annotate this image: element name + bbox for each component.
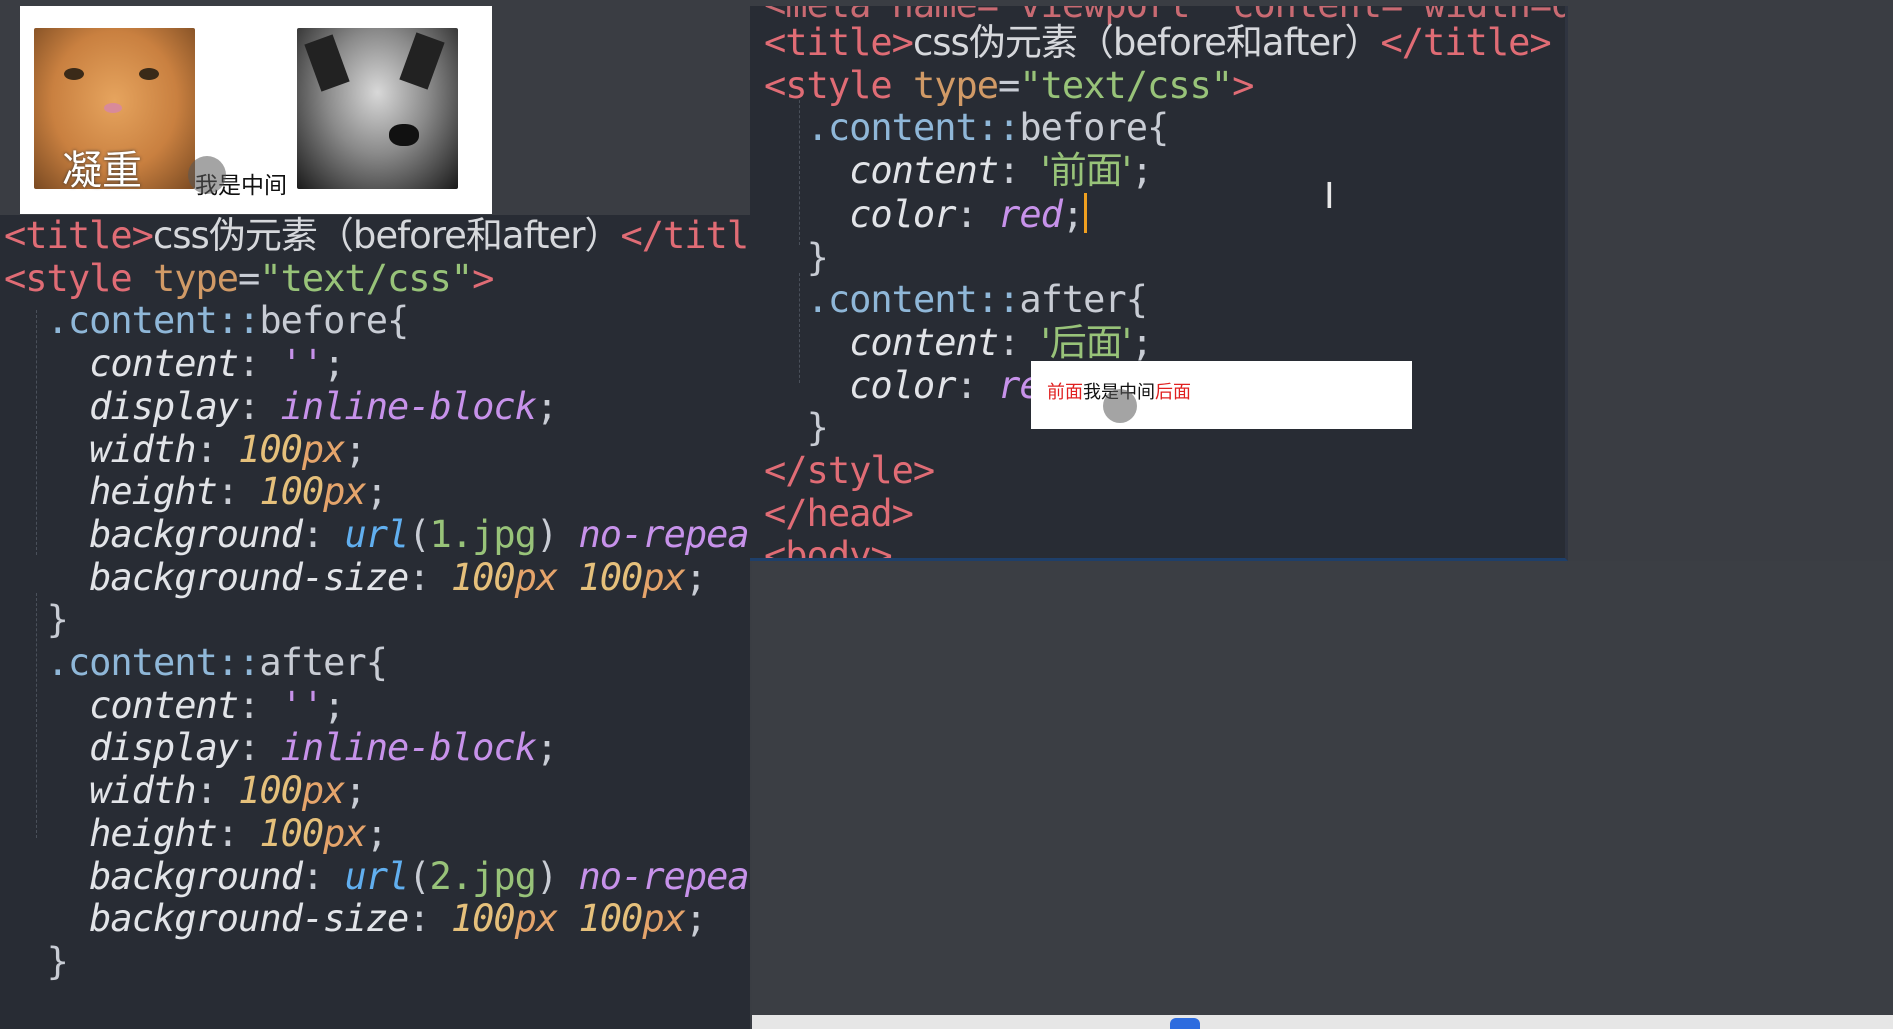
text-cursor-icon: I	[1324, 176, 1335, 217]
right-code-text[interactable]: <title>css伪元素（before和after）</title> <sty…	[764, 21, 1552, 558]
cursor-indicator	[188, 156, 226, 194]
dog-image	[297, 28, 458, 189]
cat-image: 凝重	[34, 28, 195, 194]
bottom-panel	[752, 561, 1893, 1029]
right-code-editor[interactable]: <meta name="viewport" content="width=dev…	[750, 6, 1568, 561]
before-text: 前面	[1047, 382, 1083, 403]
after-text: 后面	[1155, 382, 1191, 403]
left-code-text[interactable]: <title>css伪元素（before和after）</title> <sty…	[4, 215, 750, 984]
preview-window-text: 前面我是中间后面	[1031, 361, 1412, 429]
left-code-editor[interactable]: <title>css伪元素（before和after）</title> <sty…	[0, 215, 750, 1029]
cat-caption: 凝重	[62, 148, 142, 194]
taskbar-app-icon[interactable]	[1170, 1018, 1200, 1029]
preview-window-images: 凝重 我是中间	[20, 6, 492, 214]
cursor-indicator	[1103, 389, 1137, 423]
taskbar-strip	[752, 1015, 1893, 1029]
